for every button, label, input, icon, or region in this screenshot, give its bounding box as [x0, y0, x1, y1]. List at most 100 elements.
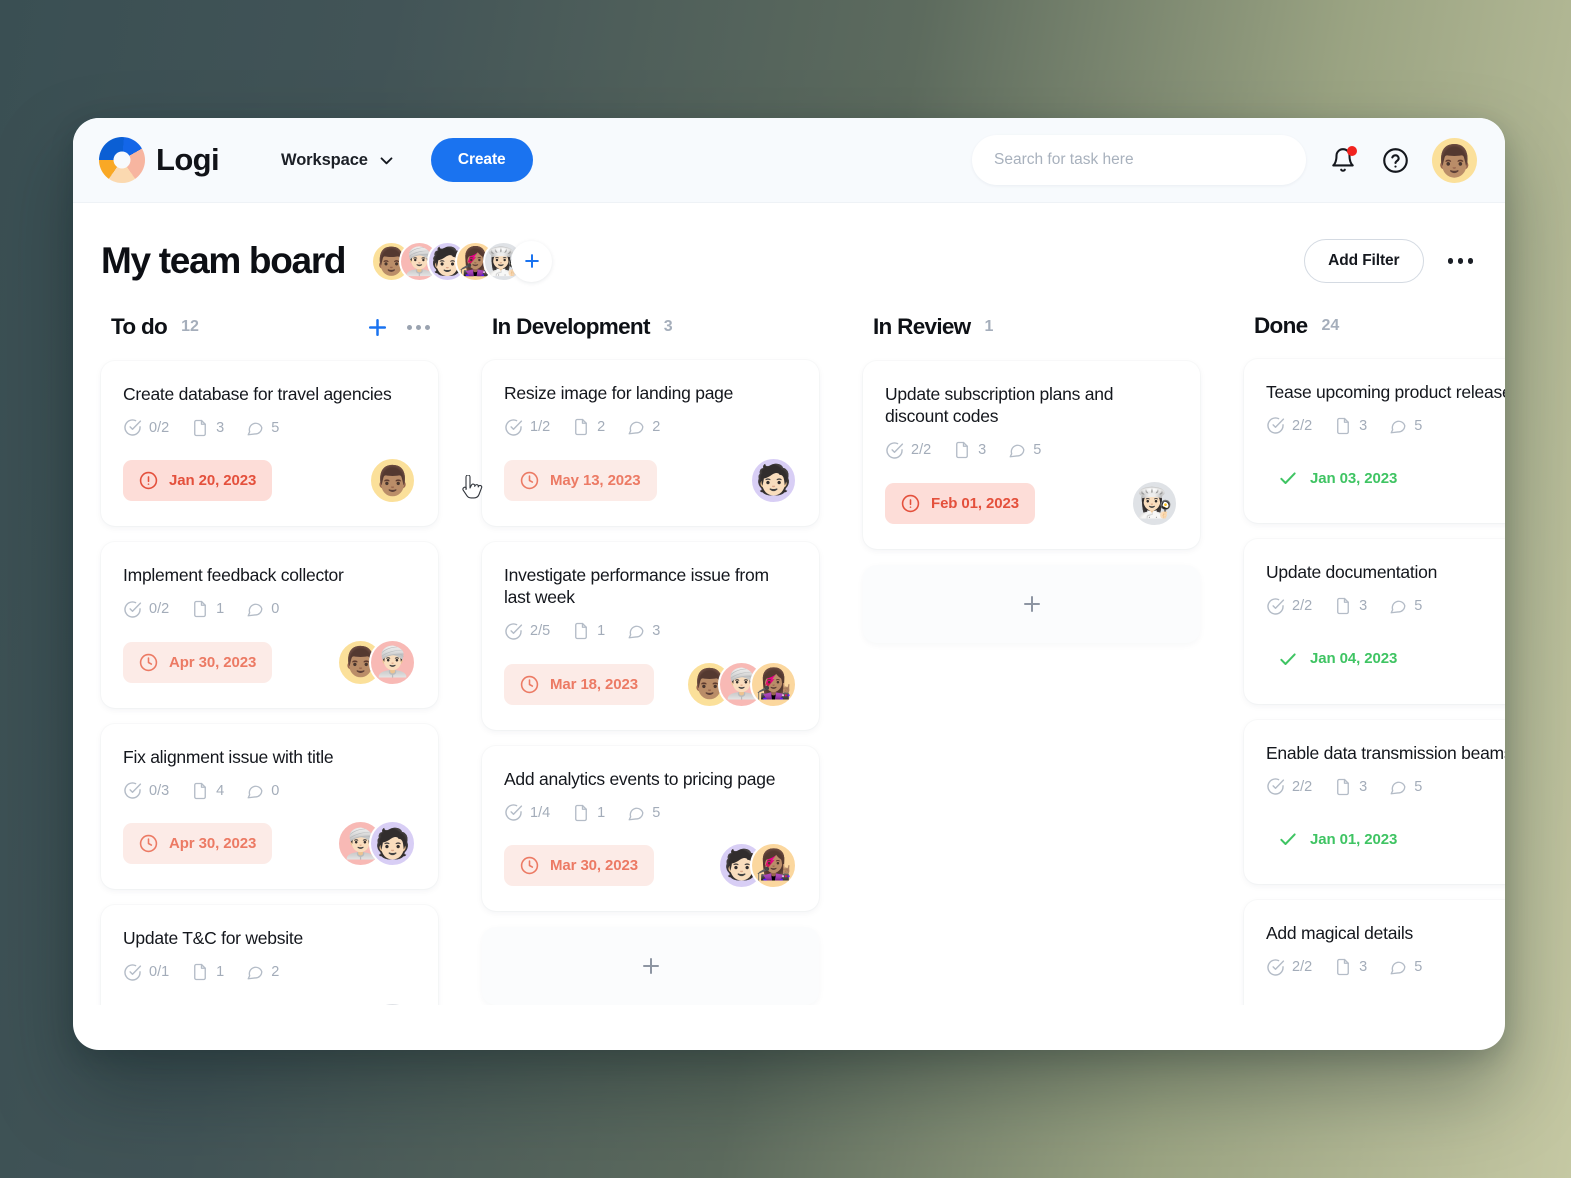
assignee-avatar[interactable]: 👨🏽 [369, 457, 416, 505]
top-bar-right: 👨🏽 [972, 135, 1477, 185]
task-meta: 2/2 3 5 [1266, 416, 1505, 435]
task-footer: Mar 30, 2023 🧑🏻 👩🏽‍🎤 [504, 842, 797, 889]
board-column: To do 12 Create database for travel agen… [101, 313, 438, 1005]
board-more-button[interactable] [1446, 252, 1476, 270]
column-header: In Development 3 [482, 313, 819, 360]
task-meta: 2/2 3 5 [1266, 958, 1505, 977]
add-card-button[interactable] [482, 927, 819, 1005]
comment-count: 0 [271, 782, 280, 799]
assignee-avatar[interactable]: 👩🏽‍🎤 [750, 660, 797, 708]
comments-meta: 3 [627, 622, 660, 640]
search-input[interactable] [994, 151, 1284, 169]
clock-icon [520, 471, 539, 490]
clock-icon [139, 834, 158, 853]
task-card[interactable]: Tease upcoming product release 2/2 3 5 J… [1244, 359, 1505, 524]
completed-date: Jan 03, 2023 [1266, 462, 1399, 494]
task-title: Enable data transmission beams [1266, 742, 1505, 763]
attachment-count: 1 [597, 804, 606, 821]
comment-count: 5 [652, 804, 661, 821]
task-card[interactable]: Update documentation 2/2 3 5 Jan 04, 202… [1244, 539, 1505, 704]
task-card[interactable]: Investigate performance issue from last … [482, 541, 819, 730]
task-card[interactable]: Update subscription plans and discount c… [863, 361, 1200, 549]
comment-icon [247, 422, 263, 436]
workspace-label: Workspace [281, 150, 368, 169]
add-filter-button[interactable]: Add Filter [1304, 239, 1424, 283]
task-card[interactable]: Update T&C for website 0/1 1 2 Apr 30, 2… [101, 905, 438, 1005]
comment-count: 5 [1414, 417, 1423, 434]
due-date-text: Mar 30, 2023 [550, 857, 639, 874]
column-more-button[interactable] [405, 319, 432, 336]
ellipsis-icon-dot [425, 324, 430, 330]
checklist-count: 2/2 [911, 442, 932, 459]
task-card[interactable]: Add analytics events to pricing page 1/4… [482, 745, 819, 911]
task-card[interactable]: Add magical details 2/2 3 5 Dec 30, 2022 [1244, 900, 1505, 1005]
assignee-avatar[interactable]: 🧑🏻 [750, 456, 797, 504]
attachments-meta: 1 [191, 963, 224, 981]
task-card[interactable]: Resize image for landing page 1/2 2 2 Ma… [482, 360, 819, 526]
due-date-text: Apr 30, 2023 [169, 653, 257, 671]
task-title: Tease upcoming product release [1266, 382, 1505, 402]
assignee-avatar[interactable]: 👩🏻‍🍳 [1131, 479, 1178, 527]
workspace-selector[interactable]: Workspace [281, 151, 395, 170]
add-task-button[interactable] [363, 313, 392, 342]
file-icon [1337, 958, 1350, 976]
due-date-badge: Mar 18, 2023 [504, 663, 655, 705]
search-box[interactable] [972, 135, 1306, 185]
plus-icon [524, 254, 539, 268]
comments-meta: 5 [246, 419, 279, 437]
add-member-button[interactable] [511, 240, 553, 282]
task-footer: Apr 30, 2023 👳🏻‍♂️ 🧑🏻 [123, 820, 416, 868]
comment-count: 2 [271, 964, 280, 981]
checklist-meta: 2/2 [1266, 777, 1312, 796]
checklist-count: 2/5 [530, 623, 551, 640]
checklist-icon [1267, 778, 1285, 795]
task-card[interactable]: Create database for travel agencies 0/2 … [101, 361, 438, 527]
task-card[interactable]: Implement feedback collector 0/2 1 0 Apr… [101, 542, 438, 708]
due-date-badge: Mar 30, 2023 [504, 845, 655, 886]
comments-meta: 5 [1389, 597, 1422, 615]
checklist-icon [505, 419, 523, 436]
notifications-button[interactable] [1328, 145, 1358, 175]
due-date-text: Jan 20, 2023 [169, 472, 257, 490]
checklist-meta: 2/2 [885, 441, 931, 460]
alert-circle-icon [901, 494, 920, 512]
avatar-face: 🧑🏻 [755, 464, 792, 497]
due-date-badge: Feb 01, 2023 [885, 482, 1036, 524]
task-footer: Mar 18, 2023 👨🏽 👳🏻‍♂️ 👩🏽‍🎤 [504, 660, 797, 708]
plus-icon [368, 318, 387, 336]
assignee-avatar[interactable]: 👳🏻‍♂️ [369, 638, 416, 686]
comment-count: 2 [652, 419, 661, 436]
clock-icon [520, 856, 539, 875]
comments-meta: 2 [627, 418, 660, 436]
comment-count: 5 [1414, 778, 1423, 795]
add-card-button[interactable] [863, 564, 1200, 643]
assignee-avatar[interactable]: 🧑🏻 [369, 820, 416, 868]
app-window: Logi Workspace Create Search for task he… [73, 118, 1505, 1050]
account-avatar[interactable]: 👨🏽 [1432, 137, 1477, 183]
comments-meta: 0 [246, 600, 279, 618]
column-count: 12 [181, 318, 199, 335]
comment-icon [628, 421, 644, 435]
task-footer: Jan 04, 2023 [1266, 636, 1505, 682]
comment-icon [247, 785, 263, 799]
brand[interactable]: Logi [99, 137, 220, 183]
task-card[interactable]: Enable data transmission beams 2/2 3 5 J… [1244, 719, 1505, 885]
assignee-avatar[interactable]: 👩🏽‍🎤 [750, 842, 797, 889]
file-icon [575, 804, 588, 821]
comment-icon [1390, 961, 1406, 975]
chevron-down-icon [380, 156, 393, 164]
attachments-meta: 3 [1334, 597, 1367, 615]
checklist-icon [886, 442, 904, 459]
help-button[interactable] [1380, 145, 1410, 175]
column-title: In Development [492, 313, 650, 339]
column-title: Done [1254, 313, 1308, 338]
task-card[interactable]: Fix alignment issue with title 0/3 4 0 A… [101, 723, 438, 890]
comment-icon [247, 966, 263, 980]
create-button[interactable]: Create [430, 138, 533, 182]
task-meta: 2/2 3 5 [885, 441, 1178, 460]
comments-meta: 5 [1008, 441, 1041, 459]
task-title: Update T&C for website [123, 928, 303, 949]
logi-logo-icon [99, 137, 145, 183]
comment-count: 3 [652, 623, 661, 640]
assignee-avatar[interactable]: 👩🏻‍🍳 [369, 1001, 416, 1005]
